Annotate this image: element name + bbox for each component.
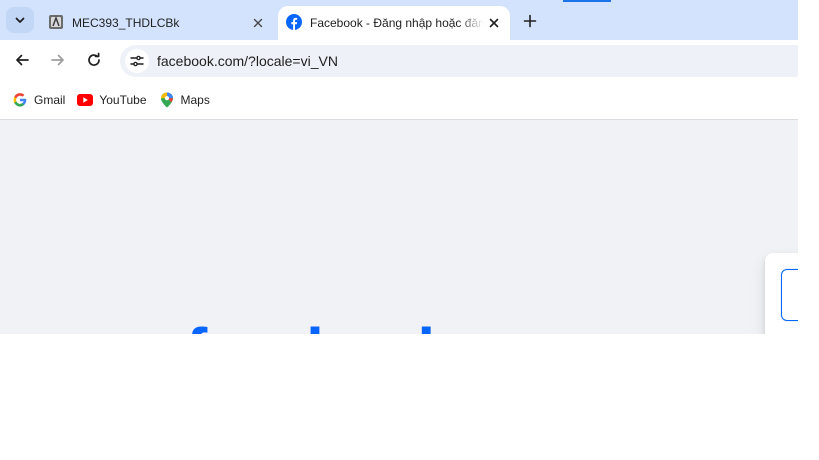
login-card (765, 253, 798, 334)
tab-strip: MEC393_THDLCBk Facebook - Đăng nhập hoặc… (0, 0, 798, 40)
tabstrip-accent (563, 0, 611, 2)
new-tab-button[interactable] (518, 9, 542, 33)
facebook-logo: facebook (186, 319, 453, 334)
bookmark-gmail[interactable]: Gmail (12, 92, 65, 108)
back-button[interactable] (10, 48, 34, 72)
close-tab-button[interactable] (484, 13, 504, 33)
email-field[interactable] (781, 269, 798, 321)
youtube-icon (77, 92, 94, 108)
browser-window: MEC393_THDLCBk Facebook - Đăng nhập hoặc… (0, 0, 798, 334)
tab-search-button[interactable] (6, 7, 34, 33)
site-info-button[interactable] (125, 49, 149, 73)
chevron-down-icon (15, 17, 25, 23)
forward-button[interactable] (46, 48, 70, 72)
google-icon (12, 92, 28, 108)
bookmark-label: YouTube (99, 92, 147, 107)
facebook-favicon-icon (286, 13, 302, 33)
url-text: facebook.com/?locale=vi_VN (157, 53, 338, 69)
bookmark-label: Maps (180, 92, 210, 107)
address-bar[interactable]: facebook.com/?locale=vi_VN (120, 45, 798, 77)
tab-mec393[interactable]: MEC393_THDLCBk (40, 6, 274, 40)
tab-title: Facebook - Đăng nhập hoặc đăng ký (310, 16, 484, 30)
tab-facebook[interactable]: Facebook - Đăng nhập hoặc đăng ký (278, 6, 510, 40)
close-icon (253, 18, 263, 28)
google-maps-icon (159, 92, 175, 108)
reload-button[interactable] (82, 48, 106, 72)
plus-icon (523, 14, 537, 28)
close-icon (489, 18, 499, 28)
bookmark-label: Gmail (34, 92, 66, 107)
browser-toolbar: facebook.com/?locale=vi_VN (0, 40, 798, 80)
arrow-left-icon (16, 54, 29, 66)
bookmark-maps[interactable]: Maps (159, 92, 210, 108)
reload-icon (88, 52, 100, 66)
tab-title: MEC393_THDLCBk (72, 16, 180, 30)
course-favicon-icon (48, 14, 64, 33)
arrow-right-icon (51, 54, 64, 66)
bookmark-youtube[interactable]: YouTube (77, 92, 147, 108)
close-tab-button[interactable] (248, 13, 268, 33)
bookmarks-bar: Gmail YouTube Maps (0, 80, 798, 120)
page-content: facebook (0, 121, 798, 334)
tune-icon (130, 55, 144, 67)
